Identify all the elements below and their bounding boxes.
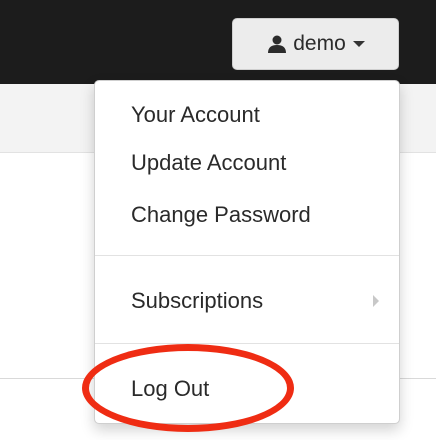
- user-icon: [268, 35, 287, 53]
- submenu-arrow-icon: [373, 295, 379, 307]
- menu-item-log-out[interactable]: Log Out: [95, 373, 399, 405]
- user-menu-button[interactable]: demo: [232, 18, 399, 70]
- user-menu-label: demo: [293, 32, 346, 55]
- menu-item-your-account[interactable]: Your Account: [95, 99, 399, 131]
- menu-item-change-password[interactable]: Change Password: [95, 199, 399, 231]
- user-dropdown-menu: Your Account Update Account Change Passw…: [94, 80, 400, 424]
- menu-item-subscriptions[interactable]: Subscriptions: [95, 285, 399, 317]
- caret-down-icon: [352, 41, 365, 47]
- menu-divider: [95, 255, 399, 256]
- menu-divider: [95, 343, 399, 344]
- menu-item-subscriptions-label: Subscriptions: [131, 288, 264, 313]
- menu-item-update-account[interactable]: Update Account: [95, 147, 399, 179]
